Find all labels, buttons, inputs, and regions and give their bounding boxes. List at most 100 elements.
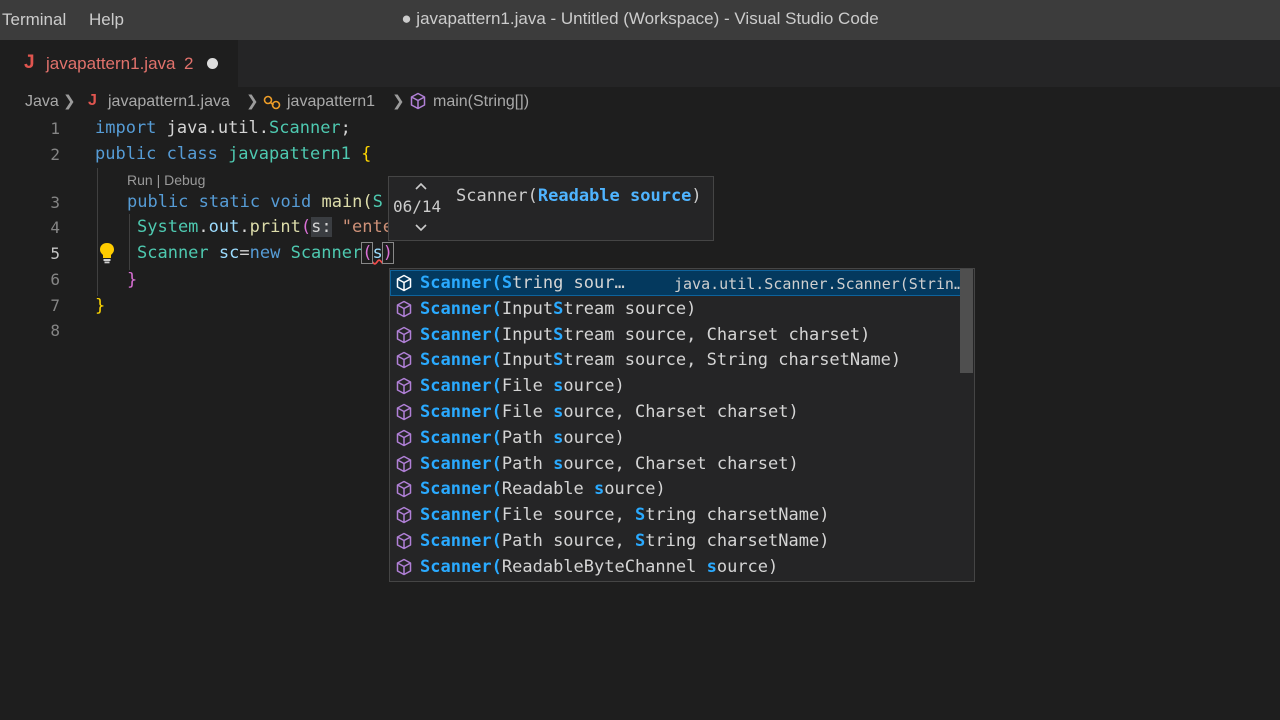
suggestion-label: Scanner(File source) — [420, 376, 625, 397]
suggestion-label: Scanner(File source, Charset charset) — [420, 402, 799, 422]
lightbulb-icon[interactable] — [98, 242, 116, 264]
code-line-4[interactable]: System.out.print(s: "ente — [137, 217, 393, 237]
method-icon — [395, 377, 413, 395]
code-token: import — [95, 118, 157, 138]
suggestion-label: Scanner(String sour… — [420, 273, 625, 293]
menu-terminal[interactable]: Terminal — [2, 0, 66, 40]
suggestion-item[interactable]: Scanner(Path source, Charset charset) — [390, 451, 962, 477]
code-line-1[interactable]: import java.util.Scanner; — [95, 118, 351, 138]
line-number: 2 — [50, 145, 60, 164]
suggestion-item[interactable]: Scanner(InputStream source) — [390, 296, 962, 322]
method-icon — [395, 455, 413, 473]
tab-error-count: 2 — [184, 54, 194, 73]
code-token: ; — [340, 118, 351, 138]
breadcrumb-file[interactable]: javapattern1.java — [108, 93, 230, 111]
unsaved-dot-icon[interactable] — [207, 58, 218, 69]
suggestion-label: Scanner(Path source, Charset charset) — [420, 453, 799, 474]
tab-bar: J javapattern1.java 2 — [0, 40, 1280, 87]
suggestion-label: Scanner(Readable source) — [420, 479, 666, 500]
breadcrumb: Java ❯ J javapattern1.java ❯ javapattern… — [0, 87, 1280, 117]
line-number: 6 — [50, 270, 60, 289]
code-token: Scanner — [280, 243, 363, 263]
codelens-run-debug[interactable]: Run | Debug — [127, 172, 205, 188]
chevron-right-icon: ❯ — [246, 93, 259, 110]
code-token: ( — [300, 217, 312, 237]
code-token: . — [198, 217, 209, 237]
method-icon — [395, 480, 413, 498]
suggestion-label: Scanner(InputStream source) — [420, 298, 697, 319]
window-title: ● javapattern1.java - Untitled (Workspac… — [401, 9, 879, 28]
scrollbar-thumb[interactable] — [960, 269, 973, 373]
indent-guide — [129, 214, 130, 270]
suggestion-item[interactable]: Scanner(InputStream source, Charset char… — [390, 322, 962, 348]
suggestion-item[interactable]: Scanner(String sour… java.util.Scanner.Sc… — [390, 270, 963, 296]
breadcrumb-java[interactable]: Java — [25, 93, 59, 111]
code-token: "ente — [331, 217, 393, 237]
line-number: 8 — [50, 321, 60, 340]
code-token: } — [95, 296, 106, 316]
line-number: 1 — [50, 119, 60, 138]
inlay-hint: s: — [311, 217, 332, 237]
tab-javapattern1[interactable]: J javapattern1.java 2 — [0, 40, 238, 87]
signature-prefix: Scanner( — [456, 186, 538, 206]
java-file-icon: J — [24, 52, 35, 73]
code-line-2[interactable]: public class javapattern1 { — [95, 144, 371, 164]
java-file-icon: J — [88, 92, 97, 109]
overload-counter: 06/14 — [393, 197, 442, 216]
code-line-6[interactable]: } — [127, 270, 137, 290]
method-icon — [395, 403, 413, 421]
code-line-5[interactable]: Scanner sc=new Scanner(s) — [137, 242, 395, 264]
method-icon — [395, 558, 413, 576]
title-bar: Terminal Help ● javapattern1.java - Unti… — [0, 0, 1280, 40]
suggestion-list[interactable]: Scanner(String sour… java.util.Scanner.Sc… — [389, 268, 975, 582]
code-token: public static void — [127, 192, 312, 212]
signature-suffix: ) — [691, 186, 702, 206]
suggestion-label: Scanner(InputStream source, String chars… — [420, 350, 902, 371]
signature-text: Scanner(Readable source) — [456, 186, 702, 206]
chevron-right-icon: ❯ — [63, 93, 76, 110]
code-token: . — [239, 217, 250, 237]
method-icon — [410, 92, 426, 110]
code-token: s — [372, 243, 383, 263]
breadcrumb-class[interactable]: javapattern1 — [287, 93, 375, 111]
menu-help[interactable]: Help — [89, 0, 124, 40]
suggestion-label: Scanner(Path source) — [420, 427, 625, 448]
code-line-7[interactable]: } — [95, 296, 105, 316]
breadcrumb-method[interactable]: main(String[]) — [433, 93, 529, 111]
suggestion-label: Scanner(File source, String charsetName) — [420, 505, 830, 526]
suggestion-label: Scanner(Path source, String charsetName) — [420, 531, 830, 551]
chevron-down-icon[interactable] — [413, 221, 429, 235]
code-token: new — [249, 243, 281, 263]
suggestion-item[interactable]: Scanner(InputStream source, String chars… — [390, 347, 962, 373]
line-number: 7 — [50, 296, 60, 315]
line-number: 5 — [50, 244, 60, 263]
method-icon — [395, 326, 413, 344]
suggestion-item[interactable]: Scanner(File source, String charsetName) — [390, 502, 962, 528]
code-token: System — [137, 217, 199, 237]
suggestion-item[interactable]: Scanner(Path source) — [390, 425, 962, 451]
line-number: 4 — [50, 218, 60, 237]
code-token: sc — [208, 243, 240, 263]
code-token: ) — [381, 242, 395, 264]
code-token: javapattern1 — [217, 144, 362, 164]
suggestion-item[interactable]: Scanner(Readable source) — [390, 476, 962, 502]
tab-filename: javapattern1.java — [46, 54, 176, 73]
code-token: = — [239, 243, 250, 263]
method-icon — [395, 300, 413, 318]
code-token: out — [208, 217, 240, 237]
code-token: main( — [311, 192, 373, 212]
suggestion-item[interactable]: Scanner(File source) — [390, 373, 962, 399]
chevron-up-icon[interactable] — [413, 179, 429, 193]
method-icon — [395, 532, 413, 550]
parameter-hint-widget: 06/14 Scanner(Readable source) — [388, 176, 714, 241]
suggestion-item[interactable]: Scanner(ReadableByteChannel source) — [390, 554, 962, 580]
code-token: print — [249, 217, 301, 237]
code-token: ( — [361, 242, 374, 264]
suggestion-item[interactable]: Scanner(File source, Charset charset) — [390, 399, 962, 425]
method-icon — [395, 351, 413, 369]
method-icon — [395, 506, 413, 524]
code-token: public class — [95, 144, 218, 164]
suggestion-item[interactable]: Scanner(Path source, String charsetName) — [390, 528, 962, 554]
code-line-3[interactable]: public static void main(S — [127, 192, 383, 212]
method-icon — [395, 274, 413, 292]
